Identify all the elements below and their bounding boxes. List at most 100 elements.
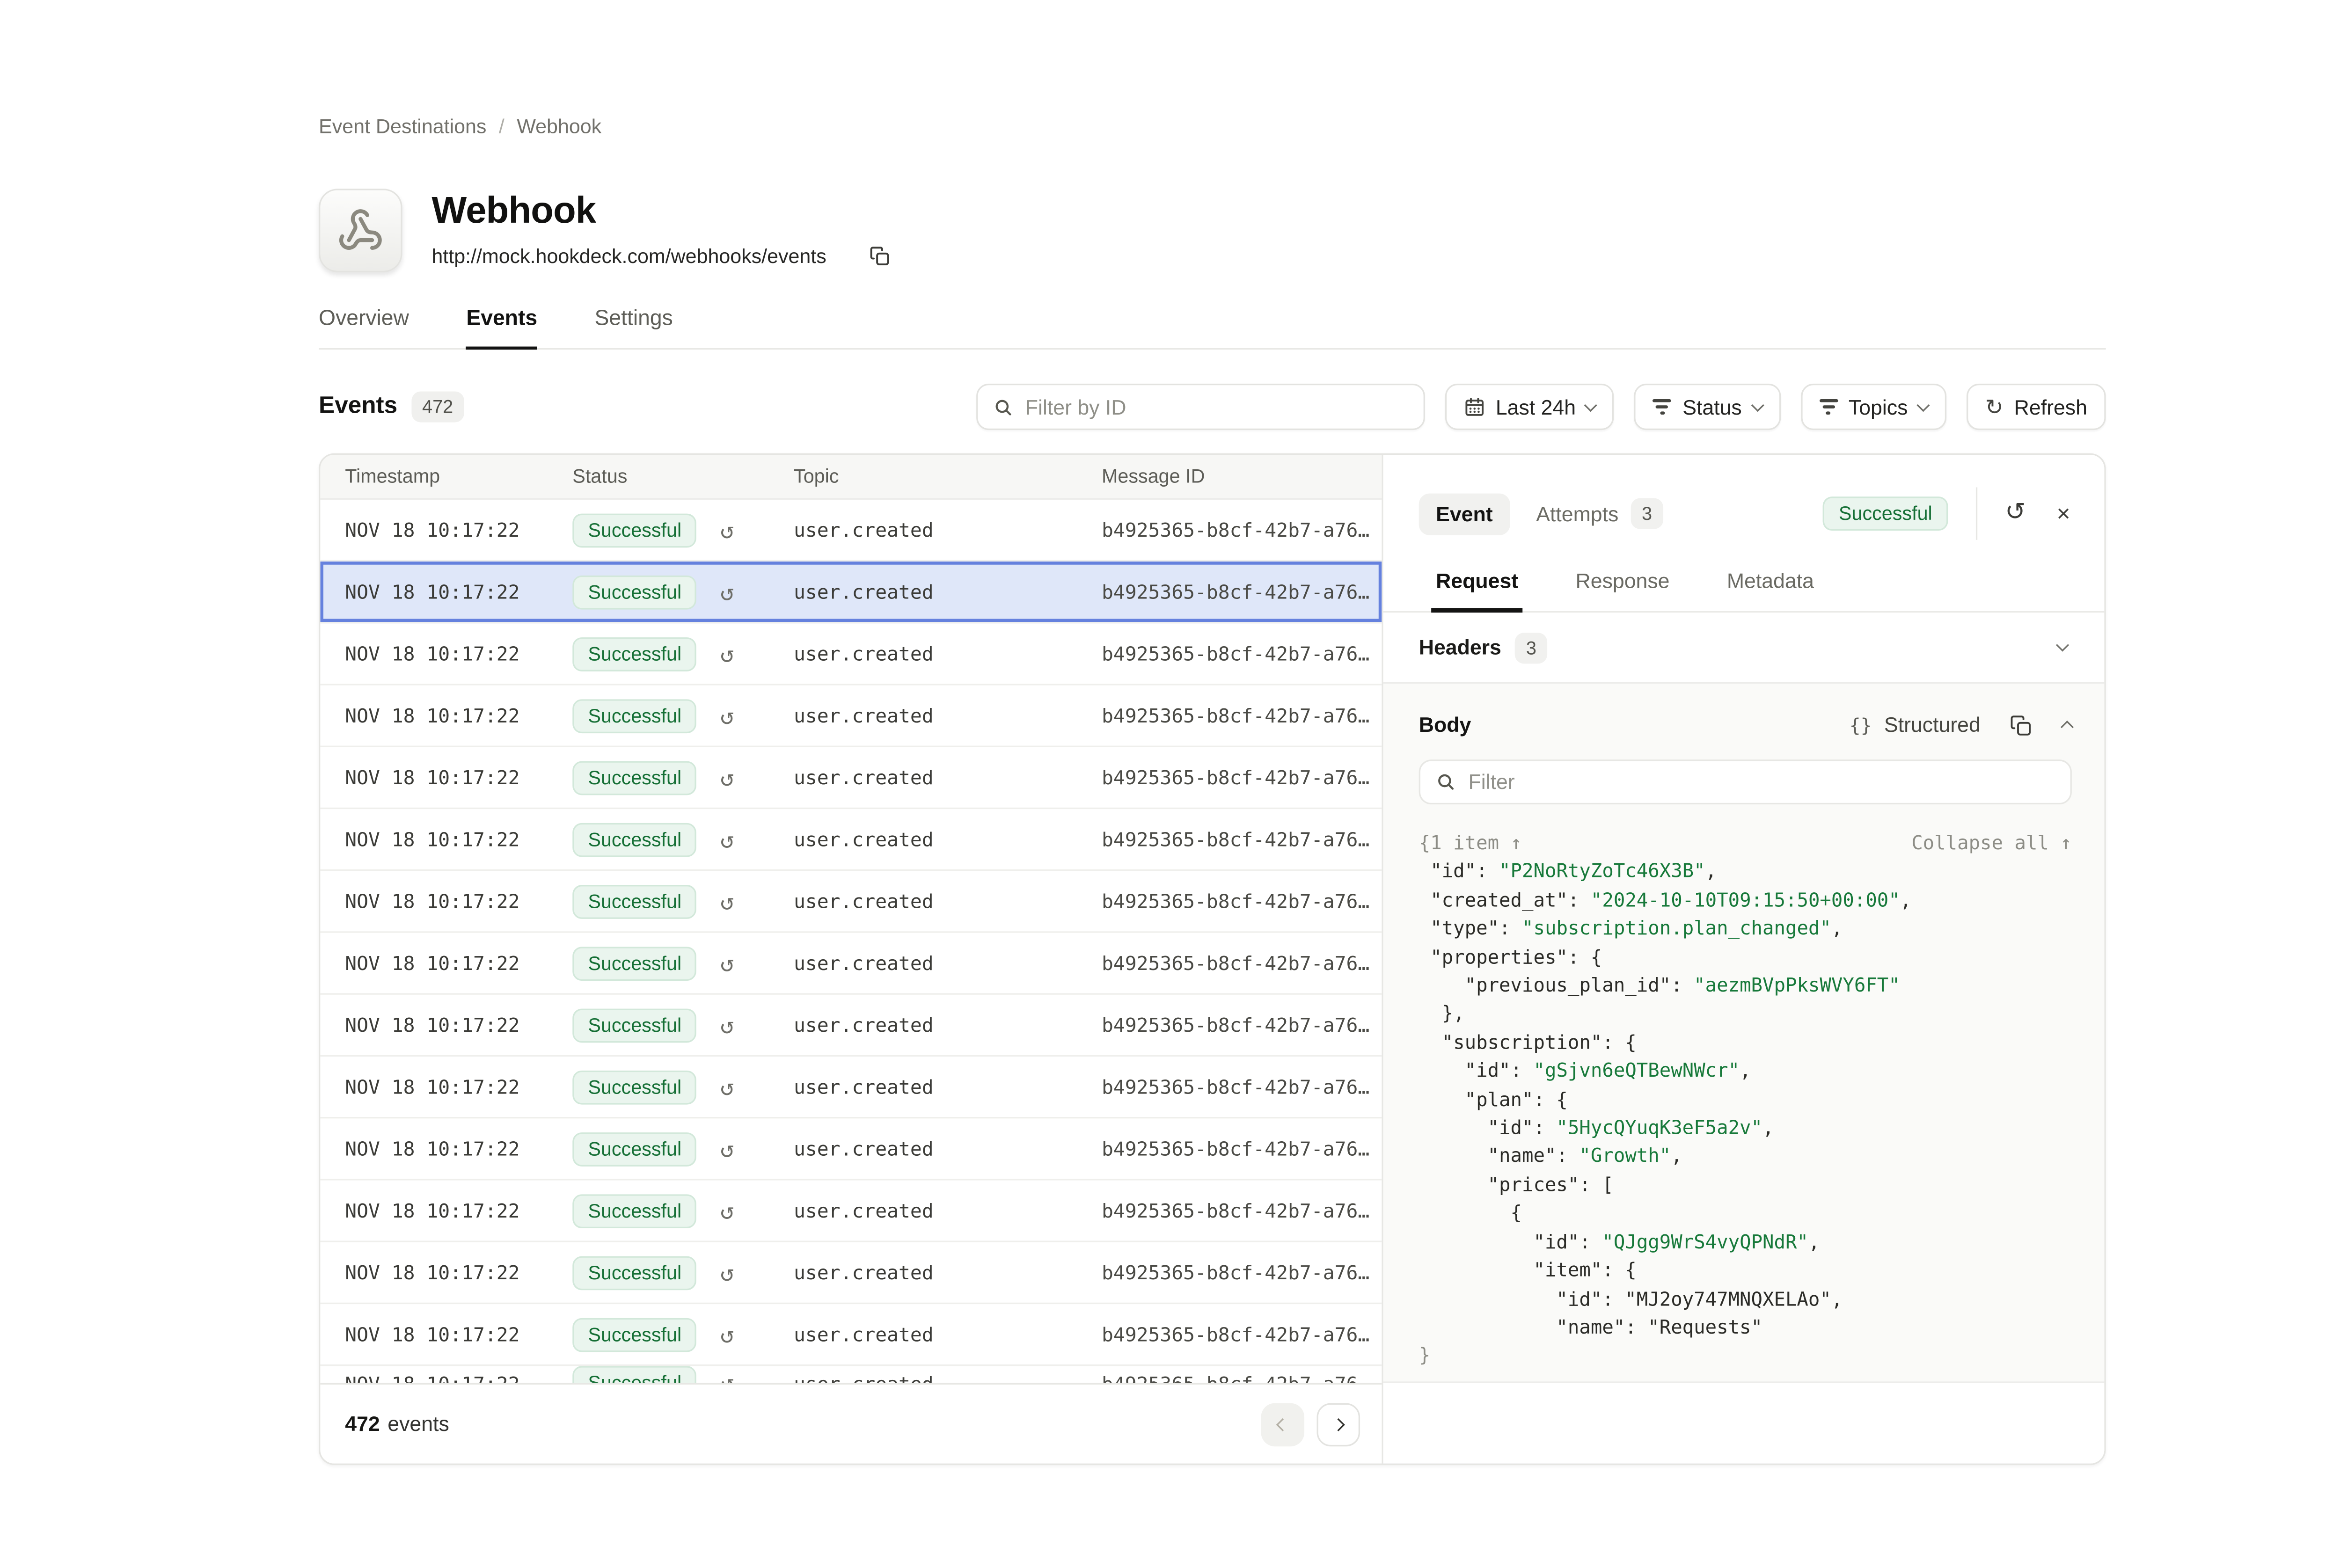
events-count-badge: 472 bbox=[411, 391, 464, 422]
close-icon[interactable]: × bbox=[2057, 502, 2070, 525]
json-line: "id": "QJgg9WrS4vyQPNdR", bbox=[1419, 1228, 2072, 1256]
table-row[interactable]: NOV 18 10:17:22Successful↺user.createdb4… bbox=[320, 500, 1382, 562]
headers-section-toggle[interactable]: Headers 3 bbox=[1383, 613, 2105, 684]
filter-lines-icon bbox=[1819, 399, 1838, 414]
row-message-id: b4925365-b8cf-42b7-a76… bbox=[1102, 642, 1382, 665]
body-filter-input[interactable] bbox=[1469, 770, 2055, 794]
json-line: } bbox=[1419, 1342, 2072, 1370]
retry-event-icon[interactable]: ↺ bbox=[2005, 501, 2026, 526]
time-range-dropdown[interactable]: Last 24h bbox=[1445, 384, 1615, 430]
retry-icon[interactable]: ↺ bbox=[720, 949, 734, 977]
table-row[interactable]: NOV 18 10:17:22Successful↺user.createdb4… bbox=[320, 1181, 1382, 1242]
attempts-count-badge: 3 bbox=[1631, 498, 1663, 529]
breadcrumb-webhook[interactable]: Webhook bbox=[517, 115, 601, 138]
table-row[interactable]: NOV 18 10:17:22Successful↺user.createdb4… bbox=[320, 747, 1382, 809]
row-timestamp: NOV 18 10:17:22 bbox=[345, 766, 572, 789]
row-topic: user.created bbox=[794, 1014, 1102, 1037]
table-row[interactable]: NOV 18 10:17:22Successful↺user.createdb4… bbox=[320, 1366, 1382, 1383]
json-line: "name": "Requests" bbox=[1419, 1313, 2072, 1342]
webhook-icon bbox=[337, 207, 384, 254]
json-line: "id": "P2NoRtyZoTc46X3B", bbox=[1419, 858, 2072, 886]
calendar-icon bbox=[1463, 396, 1484, 417]
tab-response[interactable]: Response bbox=[1576, 569, 1670, 611]
row-status-cell: Successful↺ bbox=[572, 636, 794, 671]
row-topic: user.created bbox=[794, 1371, 1102, 1383]
retry-icon[interactable]: ↺ bbox=[720, 516, 734, 544]
status-badge: Successful bbox=[572, 1317, 697, 1351]
retry-icon[interactable]: ↺ bbox=[720, 764, 734, 792]
table-row[interactable]: NOV 18 10:17:22Successful↺user.createdb4… bbox=[320, 871, 1382, 933]
row-status-cell: Successful ↺ bbox=[572, 1131, 794, 1166]
copy-body-icon[interactable] bbox=[2010, 714, 2032, 736]
collapse-all-button[interactable]: Collapse all ↑ bbox=[1911, 829, 2072, 858]
tab-overview[interactable]: Overview bbox=[319, 305, 409, 348]
retry-icon[interactable]: ↺ bbox=[720, 1073, 734, 1101]
page-content: Event Destinations / Webhook Webhook htt… bbox=[319, 0, 2106, 1465]
retry-icon[interactable]: ↺ bbox=[720, 1320, 734, 1349]
row-message-id: b4925365-b8cf-42b7-a76… bbox=[1102, 1075, 1382, 1099]
previous-page-button[interactable] bbox=[1261, 1402, 1304, 1446]
json-items-toggle[interactable]: {1 item ↑ bbox=[1419, 829, 1522, 858]
footer-event-count: 472 bbox=[345, 1412, 380, 1436]
json-line: "item": { bbox=[1419, 1256, 2072, 1285]
json-line: "type": "subscription.plan_changed", bbox=[1419, 915, 2072, 943]
copy-url-icon[interactable] bbox=[870, 246, 890, 266]
retry-icon[interactable]: ↺ bbox=[720, 1011, 734, 1039]
retry-icon[interactable]: ↺ bbox=[720, 1259, 734, 1287]
row-timestamp: NOV 18 10:17:22 bbox=[345, 1323, 572, 1346]
structured-mode-toggle[interactable]: Structured bbox=[1884, 713, 1981, 737]
row-message-id: b4925365-b8cf-42b7-a76… bbox=[1102, 1261, 1382, 1284]
retry-icon[interactable]: ↺ bbox=[720, 1135, 734, 1163]
table-row[interactable]: NOV 18 10:17:22Successful↺user.createdb4… bbox=[320, 995, 1382, 1057]
row-status-cell: Successful↺ bbox=[572, 1070, 794, 1104]
retry-icon[interactable]: ↺ bbox=[720, 640, 734, 668]
filter-by-id-input[interactable] bbox=[1025, 395, 1408, 419]
table-row[interactable]: NOV 18 10:17:22Successful↺user.createdb4… bbox=[320, 1304, 1382, 1366]
table-row[interactable]: NOV 18 10:17:22Successful↺user.createdb4… bbox=[320, 1057, 1382, 1118]
retry-icon[interactable]: ↺ bbox=[720, 887, 734, 915]
tab-event[interactable]: Event bbox=[1419, 493, 1510, 534]
event-status-badge: Successful bbox=[1823, 496, 1948, 531]
detail-tabs: Request Response Metadata bbox=[1383, 569, 2105, 613]
retry-icon[interactable]: ↺ bbox=[720, 825, 734, 853]
body-filter-searchbox[interactable] bbox=[1419, 759, 2072, 804]
tab-settings[interactable]: Settings bbox=[594, 305, 673, 348]
tab-metadata[interactable]: Metadata bbox=[1727, 569, 1814, 611]
row-status-cell: Successful↺ bbox=[572, 822, 794, 856]
table-row[interactable]: NOV 18 10:17:22Successful↺user.createdb4… bbox=[320, 1242, 1382, 1304]
row-topic: user.created bbox=[794, 580, 1102, 604]
retry-icon[interactable]: ↺ bbox=[720, 578, 734, 606]
topics-filter-dropdown[interactable]: Topics bbox=[1800, 384, 1946, 430]
refresh-button[interactable]: ↻ Refresh bbox=[1967, 384, 2106, 430]
status-filter-dropdown[interactable]: Status bbox=[1635, 384, 1781, 430]
table-row[interactable]: NOV 18 10:17:22Successful↺user.createdb4… bbox=[320, 686, 1382, 747]
row-message-id: b4925365-b8cf-42b7-a76… bbox=[1102, 1199, 1382, 1222]
tab-events[interactable]: Events bbox=[466, 305, 537, 348]
filter-lines-icon bbox=[1653, 399, 1672, 414]
collapse-body-icon[interactable] bbox=[2061, 721, 2074, 734]
search-icon bbox=[993, 397, 1013, 417]
app-viewport: Event Destinations / Webhook Webhook htt… bbox=[0, 0, 2340, 1568]
breadcrumb-event-destinations[interactable]: Event Destinations bbox=[319, 115, 486, 138]
tab-request[interactable]: Request bbox=[1436, 569, 1518, 611]
tab-attempts[interactable]: Attempts 3 bbox=[1536, 498, 1663, 529]
row-message-id: b4925365-b8cf-42b7-a76… bbox=[1102, 580, 1382, 604]
time-range-label: Last 24h bbox=[1496, 395, 1576, 419]
retry-icon[interactable]: ↺ bbox=[720, 1369, 734, 1383]
next-page-button[interactable] bbox=[1317, 1402, 1360, 1446]
row-status-cell: Successful↺ bbox=[572, 946, 794, 980]
row-timestamp: NOV 18 10:17:22 bbox=[345, 1014, 572, 1037]
table-row[interactable]: NOV 18 10:17:22Successful↺user.createdb4… bbox=[320, 809, 1382, 871]
table-row[interactable]: NOV 18 10:17:22Successful↺user.createdb4… bbox=[320, 933, 1382, 995]
json-line: "plan": { bbox=[1419, 1086, 2072, 1114]
status-badge: Successful bbox=[572, 1131, 697, 1166]
table-row[interactable]: NOV 18 10:17:22Successful↺user.createdb4… bbox=[320, 623, 1382, 685]
table-row[interactable]: NOV 18 10:17:22Successful↺user.createdb4… bbox=[320, 562, 1382, 623]
row-message-id: b4925365-b8cf-42b7-a76… bbox=[1102, 704, 1382, 727]
retry-icon[interactable]: ↺ bbox=[720, 701, 734, 729]
status-badge: Successful bbox=[572, 884, 697, 918]
destination-url: http://mock.hookdeck.com/webhooks/events bbox=[431, 244, 826, 268]
filter-by-id-searchbox[interactable] bbox=[976, 384, 1425, 430]
retry-icon[interactable]: ↺ bbox=[720, 1196, 734, 1225]
table-row[interactable]: NOV 18 10:17:22Successful↺user.createdb4… bbox=[320, 1118, 1382, 1180]
